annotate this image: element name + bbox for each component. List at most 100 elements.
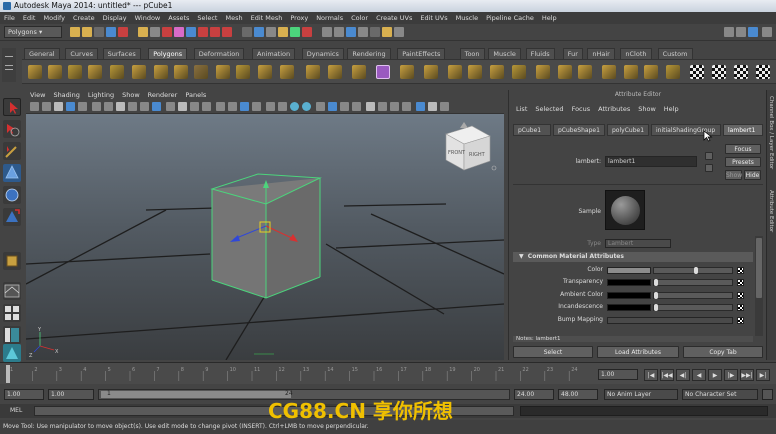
shelf-tool-icon[interactable] (690, 65, 704, 79)
menu-pipeline-cache[interactable]: Pipeline Cache (486, 14, 534, 22)
last-tool-icon[interactable] (3, 252, 21, 270)
time-slider[interactable]: 1 2 3 4 5 6 7 8 9 10 11 12 13 14 15 16 17 18 19 20 21 22 23 24 … (0, 362, 776, 384)
viewport-tool-icon[interactable] (78, 102, 87, 111)
menu-proxy[interactable]: Proxy (290, 14, 308, 22)
shelf-tool-icon[interactable] (48, 65, 62, 79)
playback-button-icon[interactable]: ◀| (676, 369, 690, 381)
channel-box-tab[interactable]: Channel Box / Layer Editor (768, 96, 774, 169)
attr-swatch-incandescence[interactable] (607, 304, 651, 312)
shelf-tab-painteffects[interactable]: PaintEffects (397, 48, 446, 59)
viewport-tool-icon[interactable] (152, 102, 161, 111)
shelf-tab-ncloth[interactable]: nCloth (620, 48, 652, 59)
shelf-tool-icon[interactable] (712, 65, 726, 79)
shelf-tab-muscle[interactable]: Muscle (488, 48, 521, 59)
shelf-tool-icon[interactable] (734, 65, 748, 79)
shelf-tool-icon[interactable] (536, 65, 550, 79)
map-texture-icon[interactable] (737, 304, 744, 312)
viewport-tool-icon[interactable] (116, 102, 125, 111)
status-tool-icon[interactable] (138, 27, 148, 37)
status-tool-icon[interactable] (762, 27, 772, 37)
status-tool-icon[interactable] (210, 27, 220, 37)
select-button[interactable]: Select (513, 346, 593, 358)
shelf-tab-curves[interactable]: Curves (65, 48, 98, 59)
shelf-tab-fluids[interactable]: Fluids (525, 48, 555, 59)
attr-slider-transparency[interactable] (653, 279, 733, 287)
viewport-tool-icon[interactable] (266, 102, 275, 111)
status-tool-icon[interactable] (358, 27, 368, 37)
shelf-tool-icon[interactable] (376, 65, 390, 79)
playback-button-icon[interactable]: ▶ (708, 369, 722, 381)
menu-edit-mesh[interactable]: Edit Mesh (251, 14, 283, 22)
attr-slider-color[interactable] (653, 267, 733, 274)
menu-display[interactable]: Display (103, 14, 127, 22)
shelf-tool-icon[interactable] (88, 65, 102, 79)
status-tool-icon[interactable] (94, 27, 104, 37)
shelf-tab-surfaces[interactable]: Surfaces (102, 48, 141, 59)
status-tool-icon[interactable] (334, 27, 344, 37)
viewport-tool-icon[interactable] (166, 102, 175, 111)
viewport-tool-icon[interactable] (30, 102, 39, 111)
four-pane-layout-icon[interactable] (3, 304, 21, 322)
attr-field-bump-mapping[interactable] (607, 316, 733, 324)
viewport-tool-icon[interactable] (104, 102, 113, 111)
map-texture-icon[interactable] (737, 279, 744, 287)
menu-help[interactable]: Help (542, 14, 557, 22)
shelf-tab-nhair[interactable]: nHair (587, 48, 615, 59)
attr-menu-help[interactable]: Help (664, 105, 679, 113)
viewport-tool-icon[interactable] (302, 102, 311, 111)
attr-swatch-transparency[interactable] (607, 279, 651, 287)
shelf-tool-icon[interactable] (216, 65, 230, 79)
viewport-tool-icon[interactable] (366, 102, 375, 111)
viewport-menu-renderer[interactable]: Renderer (148, 91, 178, 99)
viewport-tool-icon[interactable] (42, 102, 51, 111)
menu-assets[interactable]: Assets (168, 14, 189, 22)
shelf-tool-icon[interactable] (352, 65, 366, 79)
playback-button-icon[interactable]: ◀ (692, 369, 706, 381)
shelf-tab-fur[interactable]: Fur (562, 48, 583, 59)
move-tool-icon[interactable] (3, 164, 21, 182)
viewport-menu-shading[interactable]: Shading (53, 91, 79, 99)
attr-menu-focus[interactable]: Focus (572, 105, 591, 113)
playback-start-field[interactable]: 1.00 (48, 389, 94, 400)
menu-edit-uvs[interactable]: Edit UVs (420, 14, 447, 22)
menu-edit[interactable]: Edit (23, 14, 36, 22)
shelf-tool-icon[interactable] (174, 65, 188, 79)
shelf-tab-rendering[interactable]: Rendering (347, 48, 391, 59)
node-tab-polycube1[interactable]: polyCube1 (607, 124, 649, 136)
lambert-name-field[interactable]: lambert1 (605, 156, 697, 167)
status-tool-icon[interactable] (748, 27, 758, 37)
shelf-tab-animation[interactable]: Animation (252, 48, 296, 59)
select-tool-icon[interactable] (3, 98, 21, 116)
status-tool-icon[interactable] (254, 27, 264, 37)
type-dropdown[interactable]: Lambert (605, 239, 671, 248)
rotate-tool-icon[interactable] (3, 186, 21, 204)
playback-button-icon[interactable]: |▶ (724, 369, 738, 381)
viewport-menu-panels[interactable]: Panels (185, 91, 206, 99)
notes-section-header[interactable]: Notes: lambert1 (513, 336, 753, 342)
shelf-tool-icon[interactable] (644, 65, 658, 79)
copy-tab-button[interactable]: Copy Tab (683, 346, 763, 358)
menu-set-dropdown[interactable]: Polygons ▾ (4, 26, 62, 38)
status-tool-icon[interactable] (82, 27, 92, 37)
menu-window[interactable]: Window (135, 14, 161, 22)
shelf-tab-general[interactable]: General (24, 48, 60, 59)
lasso-tool-icon[interactable] (3, 120, 21, 138)
current-frame-field[interactable]: 1.00 (598, 369, 638, 380)
go-to-input-icon[interactable] (705, 152, 713, 160)
map-texture-icon[interactable] (737, 316, 744, 324)
shelf-tab-dynamics[interactable]: Dynamics (301, 48, 344, 59)
shelf-tool-icon[interactable] (110, 65, 124, 79)
viewport-tool-icon[interactable] (178, 102, 187, 111)
shelf-tool-icon[interactable] (194, 65, 208, 79)
status-tool-icon[interactable] (724, 27, 734, 37)
shelf-tool-icon[interactable] (236, 65, 250, 79)
viewcube[interactable]: FRONT RIGHT (445, 122, 497, 171)
shelf-tab-polygons[interactable]: Polygons (148, 48, 188, 59)
shelf-tool-icon[interactable] (154, 65, 168, 79)
anim-layer-dropdown[interactable]: No Anim Layer (604, 389, 678, 400)
shelf-tool-icon[interactable] (28, 65, 42, 79)
viewport-tool-icon[interactable] (278, 102, 287, 111)
viewport-tool-icon[interactable] (316, 102, 325, 111)
attr-slider-knob[interactable] (694, 267, 698, 274)
playback-button-icon[interactable]: |◀◀ (660, 369, 674, 381)
